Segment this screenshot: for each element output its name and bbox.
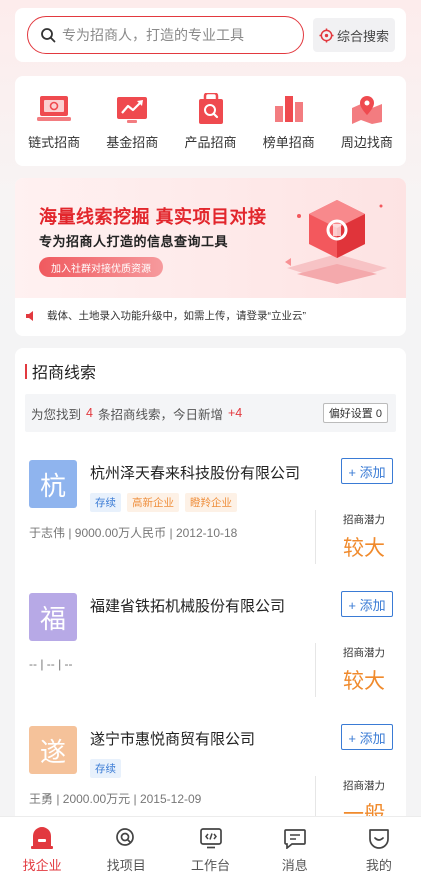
trend-chart-icon [114,92,150,126]
banner-title: 海量线索挖掘 真实项目对接 [39,207,267,227]
company-tag: 瞪羚企业 [185,493,237,512]
tab-label: 工作台 [191,858,231,873]
project-search-icon [116,828,135,846]
company-item[interactable]: 福 福建省铁拓机械股份有限公司 -- | -- | -- + 添加 招商潜力 较… [15,591,406,727]
search-placeholder: 专为招商人，打造的专业工具 [62,27,244,43]
tab-label: 找企业 [22,858,62,873]
join-community-button[interactable]: 加入社群对接优质资源 [39,257,163,277]
company-avatar: 福 [29,593,77,641]
notice-bar[interactable]: 载体、土地录入功能升级中，如需上传，请登录“立业云” [25,308,306,323]
company-tags: 存续 高新企业 瞪羚企业 [90,493,243,512]
map-pin-icon [349,92,385,126]
add-button[interactable]: + 添加 [341,724,393,750]
category-product[interactable]: 产品招商 [171,76,249,166]
status-tag: 存续 [90,759,121,778]
profile-icon [369,829,389,849]
search-card: 专为招商人，打造的专业工具 综合搜索 [15,8,406,62]
category-label: 链式招商 [28,135,81,150]
company-item[interactable]: 遂 遂宁市惠悦商贸有限公司 存续 王勇 | 2000.00万元 | 2015-1… [15,724,406,828]
bottom-tab-bar: 找企业 找项目 工作台 消息 我的 [0,816,421,880]
combo-search-button[interactable]: 综合搜索 [313,18,395,52]
add-button[interactable]: + 添加 [341,591,393,617]
company-name[interactable]: 杭州泽天春来科技股份有限公司 [90,462,300,483]
category-fund[interactable]: 基金招商 [93,76,171,166]
category-ranking[interactable]: 榜单招商 [250,76,328,166]
company-meta: 王勇 | 2000.00万元 | 2015-12-09 [29,792,202,806]
promo-banner[interactable]: 海量线索挖掘 真实项目对接 专为招商人打造的信息查询工具 加入社群对接优质资源 … [15,178,406,336]
message-icon [283,829,306,849]
tab-find-company[interactable]: 找企业 [0,817,84,880]
category-label: 基金招商 [106,135,159,150]
search-input[interactable]: 专为招商人，打造的专业工具 [27,16,304,54]
workbench-icon [199,828,222,849]
category-label: 榜单招商 [262,135,315,150]
leads-summary: 为您找到 4 条招商线索，今日新增 +4 偏好设置 0 [25,394,396,432]
divider [315,643,316,697]
category-chain[interactable]: 链式招商 [15,76,93,166]
combo-search-label: 综合搜索 [336,28,389,44]
title-accent-bar [25,363,27,379]
tab-label: 消息 [281,858,308,873]
leads-section: 招商线索 为您找到 4 条招商线索，今日新增 +4 偏好设置 0 杭 杭州泽天春… [15,348,406,828]
company-meta: -- | -- | -- [29,657,73,671]
summary-prefix: 为您找到 [31,407,82,422]
tab-profile[interactable]: 我的 [337,817,421,880]
cube-illustration-icon [285,200,387,284]
company-icon [31,827,54,849]
found-count: 4 [86,406,93,420]
speaker-icon [26,310,33,321]
potential-label: 招商潜力 [343,514,385,526]
company-name[interactable]: 福建省铁拓机械股份有限公司 [90,595,285,616]
company-tag: 高新企业 [127,493,179,512]
tab-label: 找项目 [106,858,146,873]
section-title: 招商线索 [25,362,97,382]
tab-workbench[interactable]: 工作台 [168,817,252,880]
laptop-icon [36,92,72,126]
preference-settings-button[interactable]: 偏好设置 0 [322,403,388,423]
company-meta: 于志伟 | 9000.00万人民币 | 2012-10-18 [29,526,238,540]
product-search-icon [193,92,229,126]
category-label: 周边找商 [340,135,393,150]
banner-subtitle: 专为招商人打造的信息查询工具 [39,234,229,249]
potential-label: 招商潜力 [343,780,385,792]
tab-messages[interactable]: 消息 [253,817,337,880]
status-tag: 存续 [90,493,121,512]
company-name[interactable]: 遂宁市惠悦商贸有限公司 [90,728,255,749]
new-count: +4 [227,406,243,420]
potential-value: 较大 [343,537,385,560]
category-menu: 链式招商 基金招商 产品招商 榜单招商 周边找商 [15,76,406,166]
company-tags: 存续 [90,759,127,778]
notice-text: 载体、土地录入功能升级中，如需上传，请登录“立业云” [47,310,306,322]
search-icon [41,28,56,43]
crosshair-icon [319,27,334,43]
section-title-text: 招商线索 [32,365,97,382]
company-item[interactable]: 杭 杭州泽天春来科技股份有限公司 存续 高新企业 瞪羚企业 于志伟 | 9000… [15,458,406,594]
category-label: 产品招商 [184,135,237,150]
potential-label: 招商潜力 [343,647,385,659]
tab-find-project[interactable]: 找项目 [84,817,168,880]
summary-middle: 条招商线索，今日新增 [97,407,223,422]
category-nearby[interactable]: 周边找商 [328,76,406,166]
tab-label: 我的 [365,858,392,873]
company-avatar: 遂 [29,726,77,774]
divider [315,510,316,564]
bar-chart-icon [271,92,307,126]
add-button[interactable]: + 添加 [341,458,393,484]
potential-value: 较大 [343,670,385,693]
company-avatar: 杭 [29,460,77,508]
